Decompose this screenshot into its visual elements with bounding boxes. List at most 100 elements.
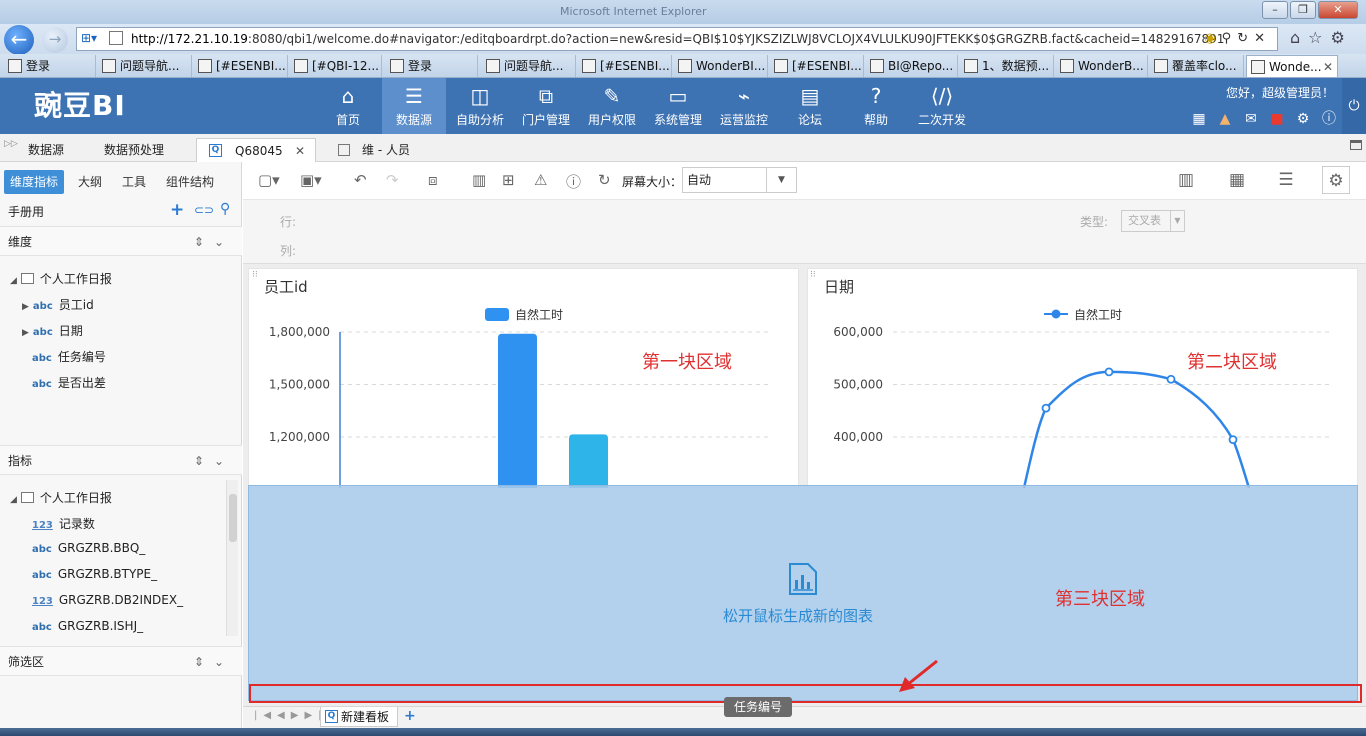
tree-item-dimension[interactable]: abc 任务编号 <box>32 348 106 365</box>
nav-permissions[interactable]: ✎ 用户权限 <box>580 78 644 134</box>
settings-gear-icon[interactable]: ⚙ <box>1331 28 1353 47</box>
scrollbar-thumb[interactable] <box>229 494 237 542</box>
sheet-nav-arrows-icon[interactable]: |◀◀▶▶| <box>254 710 328 721</box>
nav-forum[interactable]: ▤ 论坛 <box>778 78 842 134</box>
settings-gear-icon[interactable]: ⚙ <box>1322 166 1350 194</box>
alert-icon[interactable]: ⚠ <box>534 171 547 189</box>
new-file-icon[interactable]: ▢▾ <box>258 171 280 189</box>
nav-system[interactable]: ▭ 系统管理 <box>646 78 710 134</box>
power-icon[interactable]: ⏻ <box>1342 78 1366 134</box>
link-icon[interactable]: ⊂⊃ <box>194 203 214 217</box>
collapse-section-icon[interactable]: ⌄ <box>214 655 234 669</box>
hide-panel-icon[interactable]: ☰ <box>1272 166 1300 194</box>
sort-icon[interactable]: ⇕ <box>194 235 214 249</box>
collapse-icon[interactable]: ▷▷ <box>4 139 18 149</box>
redo-icon[interactable]: ↷ <box>386 171 399 189</box>
tree-item-dimension[interactable]: abc 是否出差 <box>32 374 106 391</box>
sheet-tab-new-board[interactable]: Q 新建看板 <box>320 707 399 727</box>
search-icon[interactable]: ⚲ <box>1222 31 1238 46</box>
nav-home[interactable]: ⌂ 首页 <box>316 78 380 134</box>
browser-tab[interactable]: 1、数据预... <box>960 55 1054 77</box>
browser-tab[interactable]: [#ESENBI... <box>194 55 288 77</box>
browser-tab[interactable]: WonderBI... <box>674 55 768 77</box>
tree-item-measure[interactable]: 123 GRGZRB.DB2INDEX_ <box>32 593 183 607</box>
browser-tab[interactable]: 问题导航... <box>482 55 576 77</box>
tab-outline[interactable]: 大纲 <box>72 170 108 194</box>
browser-tab[interactable]: 登录 <box>4 55 96 77</box>
tab-preprocess[interactable]: 数据预处理 <box>104 138 164 162</box>
tree-item-measure[interactable]: 123 记录数 <box>32 515 95 532</box>
measure-scrollbar[interactable] <box>226 480 238 636</box>
tab-dimension-measure[interactable]: 维度指标 <box>4 170 65 194</box>
tab-tools[interactable]: 工具 <box>116 170 152 194</box>
refresh-icon[interactable]: ↻ <box>598 171 611 189</box>
trash-icon[interactable]: ▥ <box>472 171 486 189</box>
search-icon[interactable]: ⚲ <box>220 201 230 217</box>
browser-tab[interactable]: 覆盖率clo... <box>1150 55 1244 77</box>
nav-operations[interactable]: ⌁ 运营监控 <box>712 78 776 134</box>
tree-item-dimension[interactable]: ▶ abc 员工id <box>22 296 94 313</box>
collapse-section-icon[interactable]: ⌄ <box>214 454 234 468</box>
tree-item-measure[interactable]: abc GRGZRB.BBQ_ <box>32 541 145 555</box>
tree-item-measure[interactable]: abc GRGZRB.BTYPE_ <box>32 567 157 581</box>
browser-tab[interactable]: [#ESENBI... <box>578 55 672 77</box>
close-window-button[interactable]: ✕ <box>1318 1 1358 19</box>
info-icon[interactable]: ⓘ <box>1316 108 1342 128</box>
browser-tab[interactable]: [#ESENBI... <box>770 55 864 77</box>
minimize-button[interactable]: – <box>1262 1 1288 19</box>
drag-handle-icon[interactable]: ⁝⁝ <box>252 270 258 280</box>
tree-root-measure[interactable]: ◢ 个人工作日报 <box>10 489 112 506</box>
nav-portal[interactable]: ⧉ 门户管理 <box>514 78 578 134</box>
undo-icon[interactable]: ↶ <box>354 171 367 189</box>
tab-q68045[interactable]: Q Q68045 ✕ <box>196 138 316 163</box>
browser-tab[interactable]: BI@Repo... <box>866 55 958 77</box>
maximize-button[interactable]: ❐ <box>1290 1 1316 19</box>
info-icon[interactable]: ⓘ <box>566 171 581 192</box>
nav-dev[interactable]: ⟨/⟩ 二次开发 <box>910 78 974 134</box>
browser-tab[interactable]: [#QBI-12... <box>290 55 382 77</box>
close-tab-icon[interactable]: ✕ <box>295 139 305 163</box>
browser-tab[interactable]: 登录 <box>386 55 478 77</box>
tree-root-dimension[interactable]: ◢ 个人工作日报 <box>10 270 112 287</box>
screen-size-select[interactable]: 自动 ▼ <box>682 167 797 193</box>
maximize-panel-icon[interactable] <box>1350 140 1362 150</box>
chart-icon[interactable]: ▥ <box>1172 166 1200 194</box>
back-button[interactable]: ← <box>4 25 34 55</box>
url-input[interactable]: ⊞▾ http://172.21.10.19:8080/qbi1/welcome… <box>76 27 1278 51</box>
compat-icon[interactable]: ◉ <box>1204 31 1221 46</box>
browser-tab[interactable]: 问题导航... <box>98 55 192 77</box>
tree-item-dimension[interactable]: ▶ abc 日期 <box>22 322 83 339</box>
type-select[interactable]: 交叉表 ▼ <box>1121 210 1185 232</box>
forward-button[interactable]: → <box>42 27 68 53</box>
collapse-section-icon[interactable]: ⌄ <box>214 235 234 249</box>
tab-datasource[interactable]: 数据源 <box>28 138 64 162</box>
nav-self-analysis[interactable]: ◫ 自助分析 <box>448 78 512 134</box>
warning-icon[interactable]: ▲ <box>1212 111 1238 127</box>
gear-icon[interactable]: ⚙ <box>1290 111 1316 127</box>
favorites-icon[interactable]: ☆ <box>1308 28 1330 47</box>
drag-handle-icon[interactable]: ⁝⁝ <box>810 270 816 280</box>
puzzle-icon[interactable]: ⧈ <box>428 171 438 189</box>
qrcode-icon[interactable]: ▦ <box>1186 111 1212 127</box>
stop-icon[interactable]: ✕ <box>1254 31 1271 46</box>
nav-help[interactable]: ? 帮助 <box>844 78 908 134</box>
mail-icon[interactable]: ✉ <box>1238 111 1264 127</box>
add-icon[interactable]: + <box>170 200 184 220</box>
layout-icon[interactable]: ⊞ <box>502 171 515 189</box>
add-sheet-button[interactable]: + <box>404 708 416 724</box>
home-page-icon[interactable]: ⌂ <box>1290 28 1308 47</box>
save-icon[interactable]: ▣▾ <box>300 171 322 189</box>
refresh-icon[interactable]: ↻ <box>1237 31 1254 46</box>
tab-component-structure[interactable]: 组件结构 <box>160 170 220 194</box>
add-page-icon[interactable]: ⊞▾ <box>81 31 97 45</box>
grid-icon[interactable]: ▦ <box>1223 166 1251 194</box>
tab-dim-person[interactable]: 维 - 人员 <box>338 138 410 162</box>
tree-item-measure[interactable]: abc GRGZRB.ISHJ_ <box>32 619 143 633</box>
sort-icon[interactable]: ⇕ <box>194 655 214 669</box>
flag-icon[interactable]: ■ <box>1264 111 1290 127</box>
sort-icon[interactable]: ⇕ <box>194 454 214 468</box>
browser-tab-active[interactable]: Wonde... ✕ <box>1246 55 1338 77</box>
browser-tab[interactable]: WonderB... <box>1056 55 1148 77</box>
nav-datasource[interactable]: ☰ 数据源 <box>382 78 446 134</box>
close-tab-icon[interactable]: ✕ <box>1323 56 1333 77</box>
